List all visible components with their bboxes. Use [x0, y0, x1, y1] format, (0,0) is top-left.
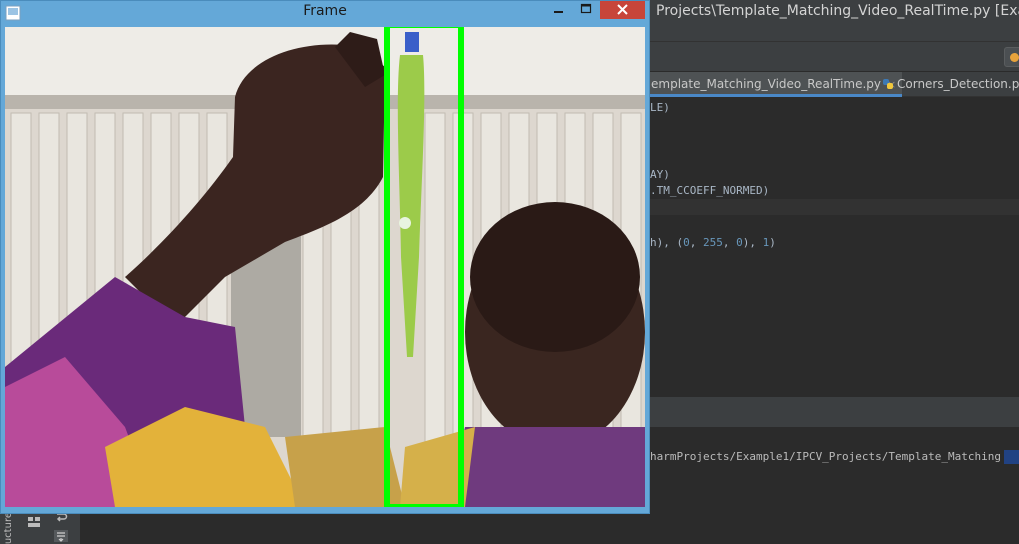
- console-path: harmProjects/Example1/IPCV_Projects/Temp…: [650, 450, 1001, 463]
- console-selection: [1004, 450, 1019, 464]
- run-config-button[interactable]: [1004, 47, 1019, 67]
- code-line: h), (0, 255, 0), 1): [650, 236, 776, 249]
- desktop: Projects\Template_Matching_Video_RealTim…: [0, 0, 1019, 544]
- webcam-image: [5, 27, 645, 507]
- maximize-icon[interactable]: [572, 1, 600, 19]
- python-icon: [1010, 53, 1019, 62]
- structure-label: Structure: [3, 512, 14, 544]
- code-line: LE): [650, 101, 670, 114]
- code-line: AY): [650, 168, 670, 181]
- close-icon[interactable]: [600, 1, 645, 19]
- tab-label: Corners_Detection.py: [897, 77, 1019, 91]
- frame-window[interactable]: Frame: [0, 0, 650, 514]
- layout-icon[interactable]: [27, 516, 41, 528]
- frame-titlebar[interactable]: Frame: [1, 1, 649, 25]
- minimize-icon[interactable]: [544, 1, 572, 19]
- video-frame: [5, 27, 645, 507]
- code-line: .TM_CCOEFF_NORMED): [650, 184, 770, 197]
- scroll-to-end-icon[interactable]: [54, 530, 68, 542]
- tab-label: emplate_Matching_Video_RealTime.py: [651, 77, 882, 91]
- python-file-icon: [883, 79, 893, 89]
- console-tools: [20, 510, 80, 544]
- ide-window-title: Projects\Template_Matching_Video_RealTim…: [656, 3, 1019, 19]
- tab-corners-detection[interactable]: Corners_Detection.py: [876, 72, 1019, 97]
- tab-template-matching[interactable]: emplate_Matching_Video_RealTime.py×: [645, 72, 903, 97]
